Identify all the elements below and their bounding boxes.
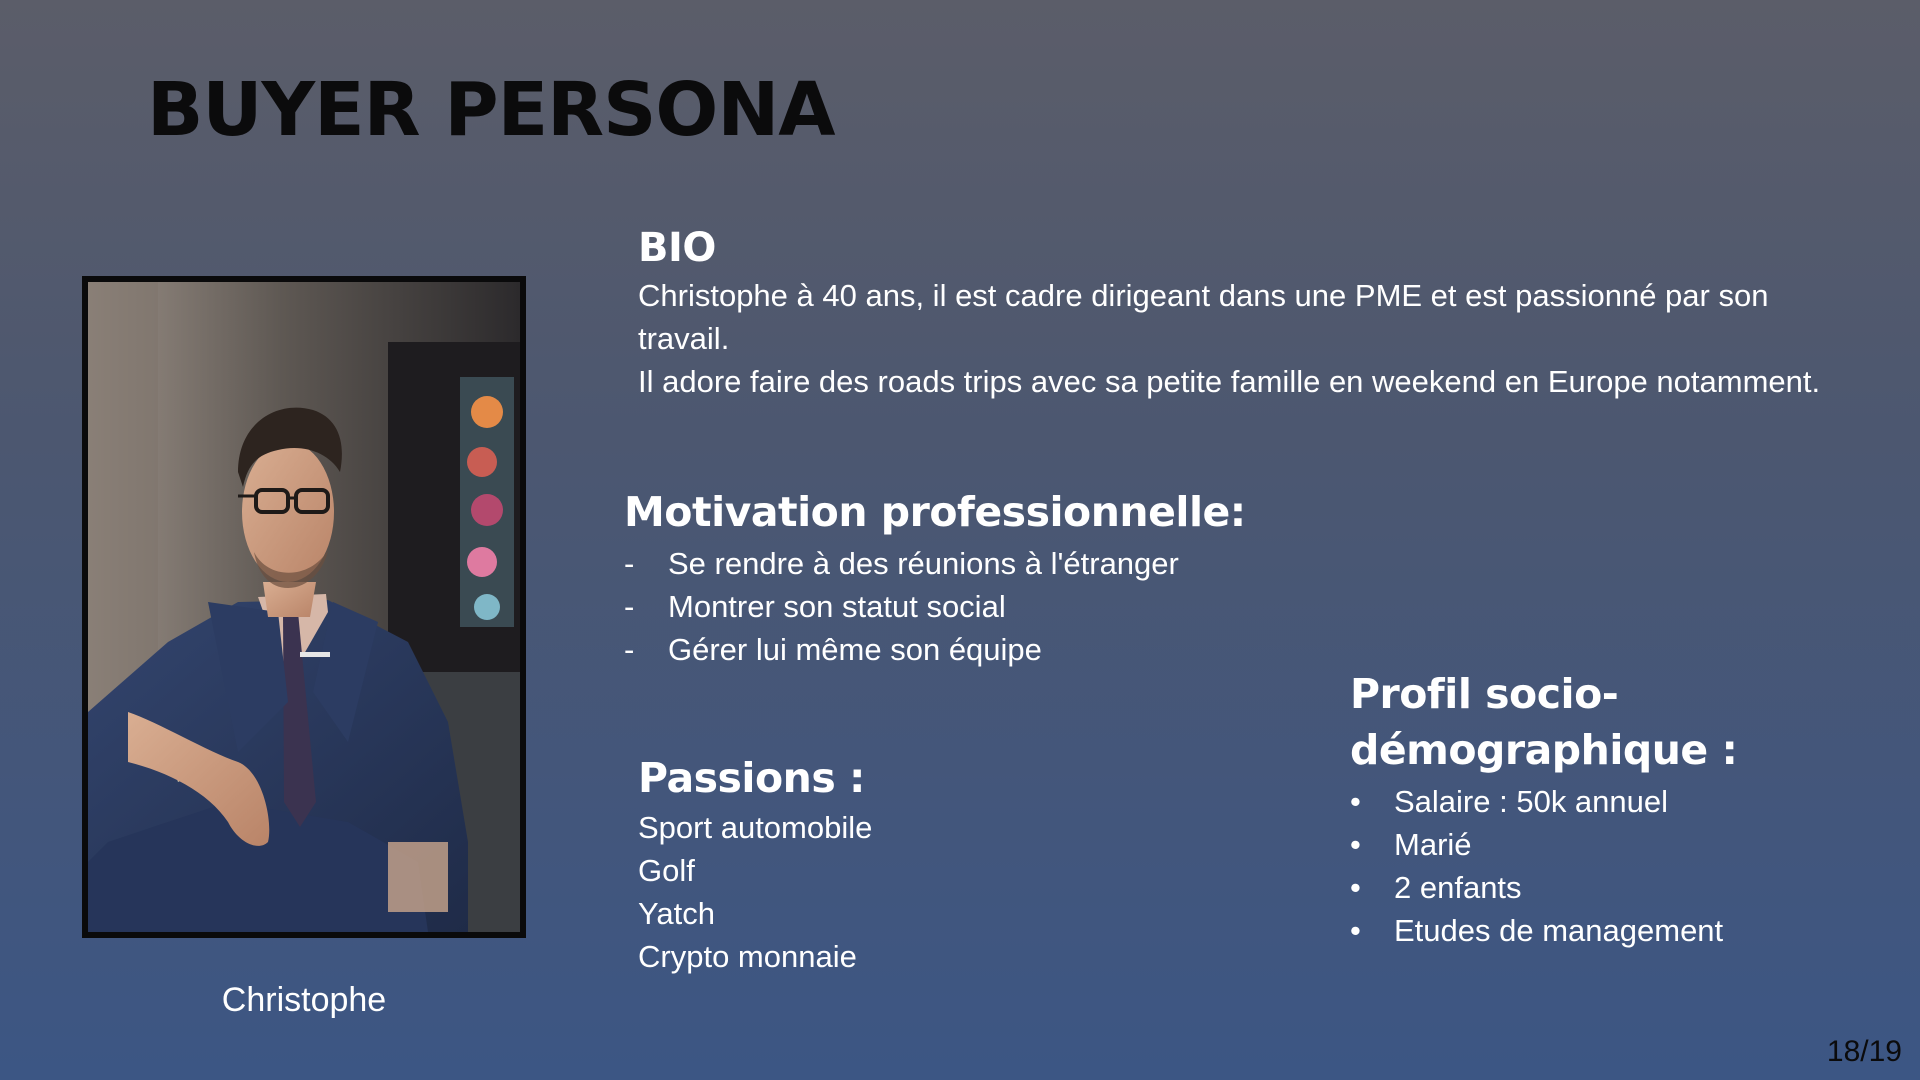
bio-paragraph: Christophe à 40 ans, il est cadre dirige… — [638, 278, 1769, 356]
list-item: Golf — [638, 853, 695, 888]
list-item: Yatch — [638, 896, 715, 931]
businessman-portrait-photo — [88, 282, 520, 932]
motivation-list: Se rendre à des réunions à l'étranger Mo… — [624, 542, 1524, 671]
passions-list: Sport automobile Golf Yatch Crypto monna… — [638, 806, 1198, 978]
list-item: Marié — [1350, 823, 1830, 866]
list-item: Se rendre à des réunions à l'étranger — [624, 542, 1524, 585]
bio-section: BIO Christophe à 40 ans, il est cadre di… — [638, 222, 1868, 403]
list-item: Sport automobile — [638, 810, 873, 845]
passions-heading: Passions : — [638, 754, 865, 802]
list-item: Salaire : 50k annuel — [1350, 780, 1830, 823]
persona-photo — [82, 276, 526, 938]
list-item: Gérer lui même son équipe — [624, 628, 1524, 671]
passions-section: Passions : Sport automobile Golf Yatch C… — [638, 752, 1198, 978]
list-item: Etudes de management — [1350, 909, 1830, 952]
profil-section: Profil socio-démographique : Salaire : 5… — [1350, 666, 1830, 952]
page-number: 18/19 — [1826, 1035, 1902, 1068]
motivation-heading: Motivation professionnelle: — [624, 488, 1246, 536]
list-item: Montrer son statut social — [624, 585, 1524, 628]
profil-heading: Profil socio-démographique : — [1350, 670, 1738, 774]
bio-heading: BIO — [638, 225, 716, 271]
motivation-section: Motivation professionnelle: Se rendre à … — [624, 484, 1524, 671]
profil-list: Salaire : 50k annuel Marié 2 enfants Etu… — [1350, 780, 1830, 952]
persona-name: Christophe — [221, 981, 387, 1019]
list-item: 2 enfants — [1350, 866, 1830, 909]
bio-paragraph: Il adore faire des roads trips avec sa p… — [638, 364, 1821, 399]
list-item: Crypto monnaie — [638, 939, 857, 974]
slide-title: BUYER PERSONA — [147, 67, 836, 153]
